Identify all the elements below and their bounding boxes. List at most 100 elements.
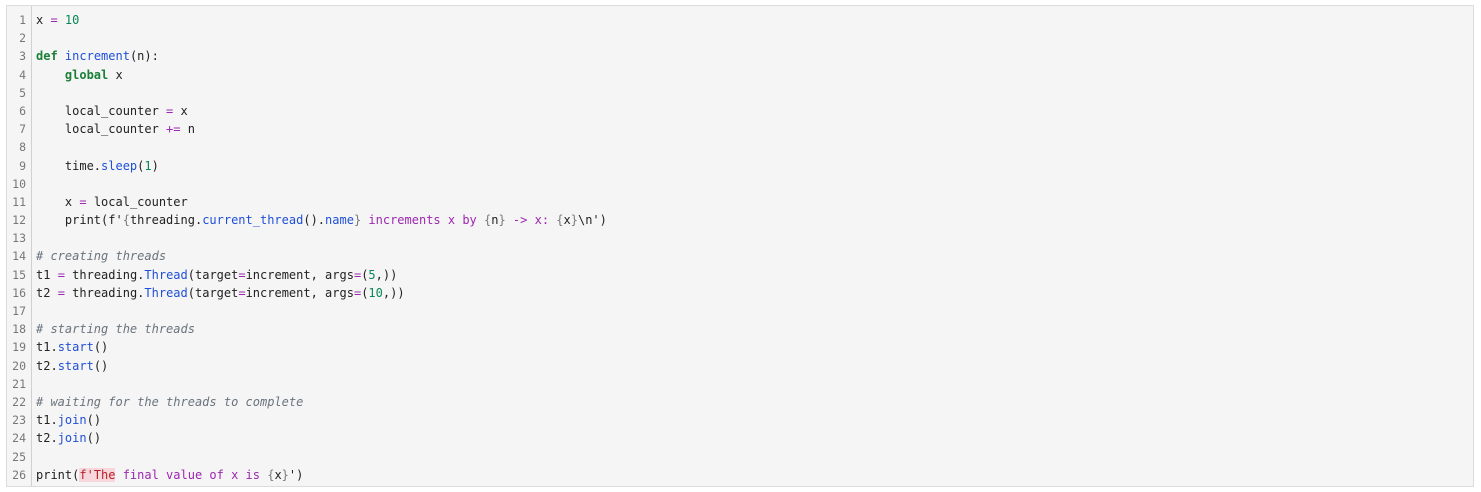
- code-text: local_counter = x: [36, 102, 188, 120]
- code-token: x: [36, 13, 51, 27]
- code-token: }: [570, 213, 578, 228]
- code-text: t1.start(): [36, 338, 108, 356]
- code-token: global: [64, 67, 109, 82]
- code-line[interactable]: 21: [7, 375, 1473, 393]
- code-token: =: [57, 285, 65, 300]
- code-line[interactable]: 23 t1.join(): [7, 411, 1473, 429]
- code-token: print(f': [36, 213, 123, 228]
- code-token: increment, args: [245, 267, 354, 282]
- code-text: t1 = threading.Thread(target=increment, …: [36, 266, 397, 284]
- code-text: # starting the threads: [36, 320, 195, 338]
- code-token: print(: [36, 467, 80, 482]
- line-number: 7: [19, 122, 26, 137]
- line-number: 8: [19, 140, 26, 155]
- code-token: local_counter: [86, 194, 188, 209]
- line-number: 22: [12, 394, 26, 409]
- code-text: t2 = threading.Thread(target=increment, …: [36, 284, 405, 302]
- line-number: 24: [12, 431, 26, 446]
- code-token: 10: [368, 285, 383, 300]
- code-token: f'The: [79, 467, 116, 482]
- line-number: 18: [12, 322, 26, 337]
- code-text: # creating threads: [36, 247, 166, 265]
- code-text: print(f'{threading.current_thread().name…: [36, 211, 607, 229]
- code-token: current_thread: [202, 213, 304, 228]
- code-token: t1.: [36, 340, 58, 355]
- code-token: =: [79, 194, 87, 209]
- code-line[interactable]: 11 x = local_counter: [7, 193, 1473, 211]
- code-line[interactable]: 8: [7, 138, 1473, 156]
- code-token: Thread: [144, 267, 188, 282]
- code-line[interactable]: 2: [7, 29, 1473, 47]
- code-line[interactable]: 1x = 10: [7, 11, 1473, 29]
- code-line[interactable]: 14 # creating threads: [7, 247, 1473, 265]
- code-token: -> x:: [505, 213, 557, 228]
- code-token: ,)): [375, 267, 398, 282]
- code-line[interactable]: 6 local_counter = x: [7, 102, 1473, 120]
- code-token: {: [122, 213, 130, 228]
- code-token: t1: [36, 267, 58, 282]
- line-number: 26: [12, 467, 26, 482]
- code-token: sleep: [101, 158, 138, 173]
- code-token: =: [238, 285, 246, 300]
- code-token: increment: [64, 49, 130, 64]
- code-line[interactable]: 17: [7, 302, 1473, 320]
- code-token: Thread: [144, 285, 188, 300]
- code-token: t2: [36, 285, 58, 300]
- code-token: t1.: [36, 413, 58, 428]
- code-token: increment, args: [245, 285, 354, 300]
- code-token: }: [498, 213, 506, 228]
- code-token: time.: [36, 158, 102, 173]
- code-token: =: [57, 267, 65, 282]
- code-line[interactable]: 4 global x: [7, 66, 1473, 84]
- line-number: 13: [12, 231, 26, 246]
- code-token: x: [173, 103, 188, 118]
- code-token: x: [563, 213, 571, 228]
- code-token: x: [108, 67, 123, 82]
- code-line[interactable]: 19 t1.start(): [7, 338, 1473, 356]
- code-token: join: [57, 413, 87, 428]
- line-number: 4: [19, 67, 26, 82]
- line-number: 25: [12, 449, 26, 464]
- code-line[interactable]: 7 local_counter += n: [7, 120, 1473, 138]
- code-line[interactable]: 25: [7, 448, 1473, 466]
- code-text: t2.join(): [36, 429, 101, 447]
- code-line[interactable]: 12 print(f'{threading.current_thread().n…: [7, 211, 1473, 229]
- code-line[interactable]: 10: [7, 175, 1473, 193]
- code-editor[interactable]: 1x = 10 2 3 def increment(n): 4 global x56 l…: [6, 5, 1474, 487]
- code-text: t1.join(): [36, 411, 101, 429]
- code-token: # waiting for the threads to complete: [36, 394, 304, 409]
- line-number: 20: [12, 358, 26, 373]
- line-number: 14: [12, 249, 26, 264]
- code-line[interactable]: 22 # waiting for the threads to complete: [7, 393, 1473, 411]
- code-line[interactable]: 16 t2 = threading.Thread(target=increment…: [7, 284, 1473, 302]
- line-number: 15: [12, 267, 26, 282]
- code-token: local_counter: [36, 122, 167, 137]
- code-token: start: [57, 340, 94, 355]
- code-token: (n):: [129, 49, 159, 64]
- code-token: }: [281, 467, 289, 482]
- code-line[interactable]: 24 t2.join(): [7, 429, 1473, 447]
- line-number: 10: [12, 176, 26, 191]
- code-line[interactable]: 13: [7, 229, 1473, 247]
- code-line[interactable]: 18 # starting the threads: [7, 320, 1473, 338]
- code-line[interactable]: 15 t1 = threading.Thread(target=increment…: [7, 266, 1473, 284]
- code-token: (): [93, 358, 109, 373]
- code-token: 1: [144, 158, 152, 173]
- code-token: t2.: [36, 431, 58, 446]
- code-line[interactable]: 5: [7, 84, 1473, 102]
- code-text: x = local_counter: [36, 193, 188, 211]
- line-number: 21: [12, 376, 26, 391]
- line-number: 23: [12, 413, 26, 428]
- code-token: threading.: [64, 285, 145, 300]
- code-line[interactable]: 3 def increment(n):: [7, 47, 1473, 65]
- line-number: 11: [12, 194, 26, 209]
- code-token: +=: [166, 122, 181, 137]
- code-line[interactable]: 20 t2.start(): [7, 357, 1473, 375]
- code-line[interactable]: 26 print(f'The final value of x is {x}'): [7, 466, 1473, 484]
- code-token: threading.: [64, 267, 145, 282]
- code-line[interactable]: 9 time.sleep(1): [7, 157, 1473, 175]
- code-text: global x: [36, 66, 123, 84]
- code-token: 5: [368, 267, 376, 282]
- code-text: x = 10: [36, 11, 79, 29]
